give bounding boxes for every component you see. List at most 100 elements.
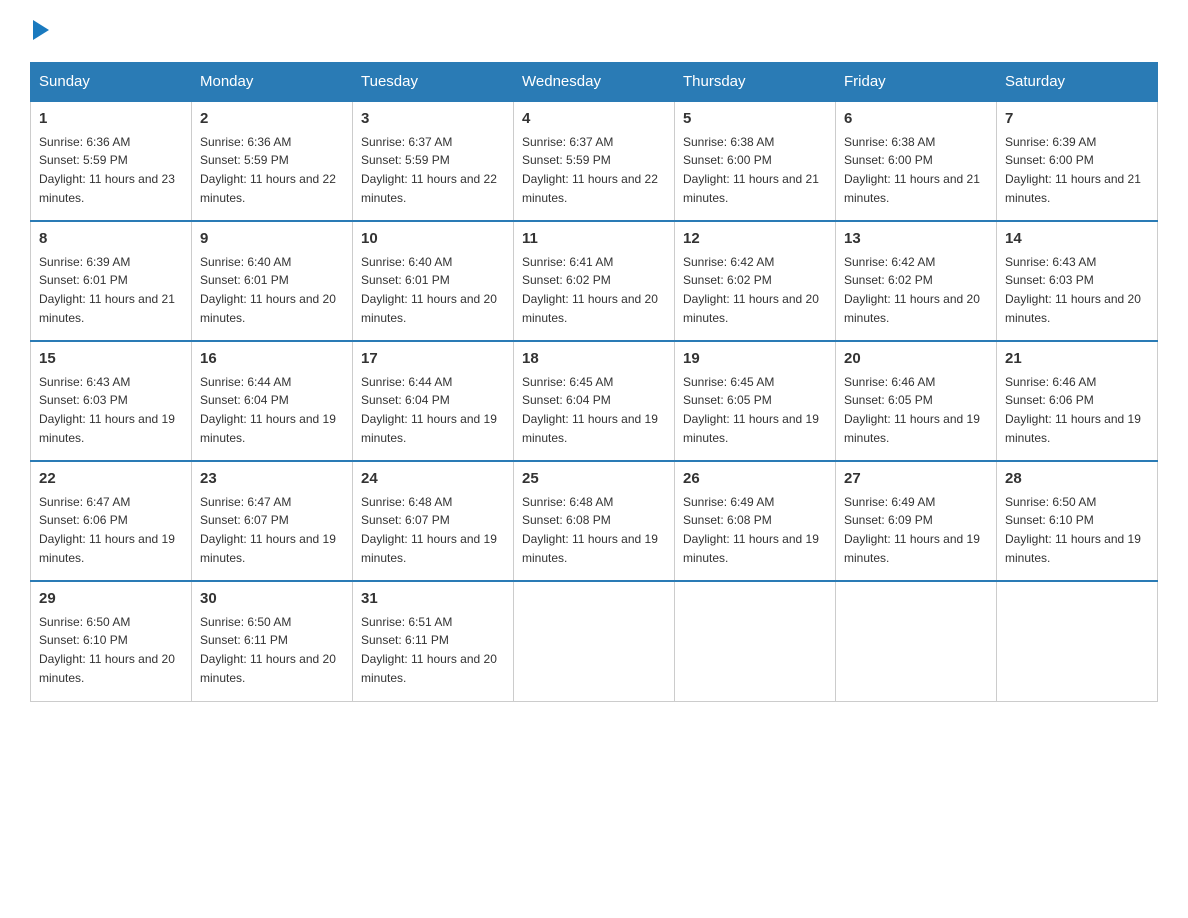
day-info: Sunrise: 6:42 AMSunset: 6:02 PMDaylight:… bbox=[683, 255, 819, 325]
day-info: Sunrise: 6:37 AMSunset: 5:59 PMDaylight:… bbox=[522, 135, 658, 205]
day-info: Sunrise: 6:50 AMSunset: 6:11 PMDaylight:… bbox=[200, 615, 336, 685]
day-info: Sunrise: 6:38 AMSunset: 6:00 PMDaylight:… bbox=[683, 135, 819, 205]
calendar-cell: 22 Sunrise: 6:47 AMSunset: 6:06 PMDayligh… bbox=[31, 461, 192, 581]
weekday-header-wednesday: Wednesday bbox=[514, 63, 675, 102]
day-number: 23 bbox=[200, 468, 344, 491]
day-info: Sunrise: 6:38 AMSunset: 6:00 PMDaylight:… bbox=[844, 135, 980, 205]
calendar-cell: 17 Sunrise: 6:44 AMSunset: 6:04 PMDayligh… bbox=[353, 341, 514, 461]
calendar-cell: 4 Sunrise: 6:37 AMSunset: 5:59 PMDaylight… bbox=[514, 101, 675, 221]
day-info: Sunrise: 6:45 AMSunset: 6:05 PMDaylight:… bbox=[683, 375, 819, 445]
calendar-cell: 23 Sunrise: 6:47 AMSunset: 6:07 PMDayligh… bbox=[192, 461, 353, 581]
calendar-cell: 11Sunrise: 6:41 AMSunset: 6:02 PMDayligh… bbox=[514, 221, 675, 341]
calendar-cell: 15 Sunrise: 6:43 AMSunset: 6:03 PMDayligh… bbox=[31, 341, 192, 461]
day-info: Sunrise: 6:46 AMSunset: 6:06 PMDaylight:… bbox=[1005, 375, 1141, 445]
day-info: Sunrise: 6:50 AMSunset: 6:10 PMDaylight:… bbox=[1005, 495, 1141, 565]
day-number: 13 bbox=[844, 228, 988, 251]
day-info: Sunrise: 6:43 AMSunset: 6:03 PMDaylight:… bbox=[39, 375, 175, 445]
calendar-cell: 19Sunrise: 6:45 AMSunset: 6:05 PMDayligh… bbox=[675, 341, 836, 461]
weekday-header-row: SundayMondayTuesdayWednesdayThursdayFrid… bbox=[31, 63, 1158, 102]
weekday-header-thursday: Thursday bbox=[675, 63, 836, 102]
logo-arrow-icon bbox=[33, 20, 49, 40]
page-header bbox=[30, 20, 1158, 42]
calendar-cell bbox=[997, 581, 1158, 701]
day-number: 17 bbox=[361, 348, 505, 371]
calendar-cell: 30 Sunrise: 6:50 AMSunset: 6:11 PMDayligh… bbox=[192, 581, 353, 701]
day-number: 12 bbox=[683, 228, 827, 251]
day-number: 1 bbox=[39, 108, 183, 131]
calendar-cell: 26 Sunrise: 6:49 AMSunset: 6:08 PMDayligh… bbox=[675, 461, 836, 581]
calendar-cell: 31Sunrise: 6:51 AMSunset: 6:11 PMDayligh… bbox=[353, 581, 514, 701]
day-info: Sunrise: 6:36 AMSunset: 5:59 PMDaylight:… bbox=[200, 135, 336, 205]
day-info: Sunrise: 6:49 AMSunset: 6:08 PMDaylight:… bbox=[683, 495, 819, 565]
day-info: Sunrise: 6:43 AMSunset: 6:03 PMDaylight:… bbox=[1005, 255, 1141, 325]
calendar-cell: 7 Sunrise: 6:39 AMSunset: 6:00 PMDaylight… bbox=[997, 101, 1158, 221]
day-number: 25 bbox=[522, 468, 666, 491]
calendar-cell: 25 Sunrise: 6:48 AMSunset: 6:08 PMDayligh… bbox=[514, 461, 675, 581]
calendar-cell: 10 Sunrise: 6:40 AMSunset: 6:01 PMDayligh… bbox=[353, 221, 514, 341]
weekday-header-sunday: Sunday bbox=[31, 63, 192, 102]
day-number: 30 bbox=[200, 588, 344, 611]
calendar-cell: 28Sunrise: 6:50 AMSunset: 6:10 PMDayligh… bbox=[997, 461, 1158, 581]
calendar-week-row: 22 Sunrise: 6:47 AMSunset: 6:06 PMDayligh… bbox=[31, 461, 1158, 581]
day-info: Sunrise: 6:49 AMSunset: 6:09 PMDaylight:… bbox=[844, 495, 980, 565]
day-info: Sunrise: 6:36 AMSunset: 5:59 PMDaylight:… bbox=[39, 135, 175, 205]
calendar-cell: 21 Sunrise: 6:46 AMSunset: 6:06 PMDayligh… bbox=[997, 341, 1158, 461]
day-number: 10 bbox=[361, 228, 505, 251]
day-number: 29 bbox=[39, 588, 183, 611]
calendar-cell: 18Sunrise: 6:45 AMSunset: 6:04 PMDayligh… bbox=[514, 341, 675, 461]
day-number: 22 bbox=[39, 468, 183, 491]
day-info: Sunrise: 6:48 AMSunset: 6:07 PMDaylight:… bbox=[361, 495, 497, 565]
day-info: Sunrise: 6:50 AMSunset: 6:10 PMDaylight:… bbox=[39, 615, 175, 685]
logo bbox=[30, 20, 49, 42]
day-info: Sunrise: 6:40 AMSunset: 6:01 PMDaylight:… bbox=[200, 255, 336, 325]
day-info: Sunrise: 6:46 AMSunset: 6:05 PMDaylight:… bbox=[844, 375, 980, 445]
calendar-cell: 29 Sunrise: 6:50 AMSunset: 6:10 PMDayligh… bbox=[31, 581, 192, 701]
day-number: 5 bbox=[683, 108, 827, 131]
day-info: Sunrise: 6:45 AMSunset: 6:04 PMDaylight:… bbox=[522, 375, 658, 445]
weekday-header-friday: Friday bbox=[836, 63, 997, 102]
day-info: Sunrise: 6:47 AMSunset: 6:07 PMDaylight:… bbox=[200, 495, 336, 565]
calendar-week-row: 29 Sunrise: 6:50 AMSunset: 6:10 PMDayligh… bbox=[31, 581, 1158, 701]
day-number: 7 bbox=[1005, 108, 1149, 131]
calendar-table: SundayMondayTuesdayWednesdayThursdayFrid… bbox=[30, 62, 1158, 702]
calendar-cell: 24Sunrise: 6:48 AMSunset: 6:07 PMDayligh… bbox=[353, 461, 514, 581]
calendar-cell: 27Sunrise: 6:49 AMSunset: 6:09 PMDayligh… bbox=[836, 461, 997, 581]
day-number: 6 bbox=[844, 108, 988, 131]
weekday-header-tuesday: Tuesday bbox=[353, 63, 514, 102]
calendar-cell: 13 Sunrise: 6:42 AMSunset: 6:02 PMDayligh… bbox=[836, 221, 997, 341]
day-number: 9 bbox=[200, 228, 344, 251]
day-info: Sunrise: 6:39 AMSunset: 6:00 PMDaylight:… bbox=[1005, 135, 1141, 205]
calendar-cell bbox=[675, 581, 836, 701]
calendar-cell: 2 Sunrise: 6:36 AMSunset: 5:59 PMDaylight… bbox=[192, 101, 353, 221]
day-number: 15 bbox=[39, 348, 183, 371]
day-info: Sunrise: 6:40 AMSunset: 6:01 PMDaylight:… bbox=[361, 255, 497, 325]
day-info: Sunrise: 6:42 AMSunset: 6:02 PMDaylight:… bbox=[844, 255, 980, 325]
calendar-cell: 6 Sunrise: 6:38 AMSunset: 6:00 PMDaylight… bbox=[836, 101, 997, 221]
day-number: 2 bbox=[200, 108, 344, 131]
calendar-cell: 9 Sunrise: 6:40 AMSunset: 6:01 PMDaylight… bbox=[192, 221, 353, 341]
day-info: Sunrise: 6:39 AMSunset: 6:01 PMDaylight:… bbox=[39, 255, 175, 325]
calendar-week-row: 8Sunrise: 6:39 AMSunset: 6:01 PMDaylight… bbox=[31, 221, 1158, 341]
day-info: Sunrise: 6:47 AMSunset: 6:06 PMDaylight:… bbox=[39, 495, 175, 565]
calendar-cell bbox=[514, 581, 675, 701]
day-number: 26 bbox=[683, 468, 827, 491]
calendar-cell: 8Sunrise: 6:39 AMSunset: 6:01 PMDaylight… bbox=[31, 221, 192, 341]
calendar-week-row: 15 Sunrise: 6:43 AMSunset: 6:03 PMDayligh… bbox=[31, 341, 1158, 461]
day-info: Sunrise: 6:51 AMSunset: 6:11 PMDaylight:… bbox=[361, 615, 497, 685]
calendar-cell bbox=[836, 581, 997, 701]
calendar-cell: 16Sunrise: 6:44 AMSunset: 6:04 PMDayligh… bbox=[192, 341, 353, 461]
calendar-cell: 5 Sunrise: 6:38 AMSunset: 6:00 PMDaylight… bbox=[675, 101, 836, 221]
day-number: 3 bbox=[361, 108, 505, 131]
calendar-week-row: 1 Sunrise: 6:36 AMSunset: 5:59 PMDaylight… bbox=[31, 101, 1158, 221]
day-number: 21 bbox=[1005, 348, 1149, 371]
calendar-cell: 12 Sunrise: 6:42 AMSunset: 6:02 PMDayligh… bbox=[675, 221, 836, 341]
day-info: Sunrise: 6:37 AMSunset: 5:59 PMDaylight:… bbox=[361, 135, 497, 205]
day-info: Sunrise: 6:44 AMSunset: 6:04 PMDaylight:… bbox=[200, 375, 336, 445]
day-number: 20 bbox=[844, 348, 988, 371]
day-info: Sunrise: 6:41 AMSunset: 6:02 PMDaylight:… bbox=[522, 255, 658, 325]
day-info: Sunrise: 6:44 AMSunset: 6:04 PMDaylight:… bbox=[361, 375, 497, 445]
day-number: 4 bbox=[522, 108, 666, 131]
day-info: Sunrise: 6:48 AMSunset: 6:08 PMDaylight:… bbox=[522, 495, 658, 565]
calendar-cell: 3 Sunrise: 6:37 AMSunset: 5:59 PMDaylight… bbox=[353, 101, 514, 221]
weekday-header-saturday: Saturday bbox=[997, 63, 1158, 102]
